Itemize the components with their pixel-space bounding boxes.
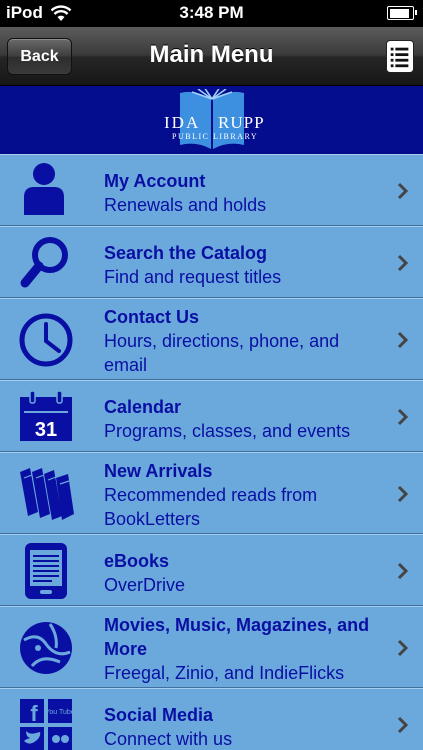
menu-item-contact-us[interactable]: Contact Us Hours, directions, phone, and… bbox=[0, 298, 423, 380]
library-banner: IDA RUPP PUBLIC LIBRARY bbox=[0, 86, 423, 154]
chevron-right-icon bbox=[397, 182, 409, 200]
menu-item-title: My Account bbox=[104, 171, 206, 191]
menu-item-subtitle: Connect with us bbox=[104, 729, 233, 749]
logo-text-ida: IDA bbox=[164, 113, 201, 132]
books-icon bbox=[16, 464, 76, 524]
menu-item-calendar[interactable]: 31 Calendar Programs, classes, and event… bbox=[0, 380, 423, 452]
menu-item-title: Social Media bbox=[104, 705, 214, 725]
menu-item-social-media[interactable]: f You Tube Social Media Connect with us bbox=[0, 688, 423, 750]
menu-item-title: Search the Catalog bbox=[104, 243, 268, 263]
clock-time: 3:48 PM bbox=[179, 3, 244, 22]
menu-item-ebooks[interactable]: eBooks OverDrive bbox=[0, 534, 423, 606]
social-grid-icon: f You Tube bbox=[16, 695, 76, 750]
navigation-bar: Back Main Menu bbox=[0, 27, 423, 86]
chevron-right-icon bbox=[397, 716, 409, 734]
menu-item-search-catalog[interactable]: Search the Catalog Find and request titl… bbox=[0, 226, 423, 298]
menu-item-subtitle: Hours, directions, phone, and email bbox=[104, 331, 340, 375]
menu-item-new-arrivals[interactable]: New Arrivals Recommended reads from Book… bbox=[0, 452, 423, 534]
list-menu-button[interactable] bbox=[386, 40, 414, 73]
battery-icon bbox=[387, 6, 417, 20]
magnifier-icon bbox=[16, 233, 76, 293]
chevron-right-icon bbox=[397, 408, 409, 426]
logo-text-public-library: PUBLIC LIBRARY bbox=[172, 132, 259, 141]
back-button[interactable]: Back bbox=[7, 38, 72, 75]
list-icon bbox=[390, 47, 409, 68]
chevron-right-icon bbox=[397, 331, 409, 349]
menu-item-subtitle: Renewals and holds bbox=[104, 195, 267, 215]
menu-item-subtitle: Find and request titles bbox=[104, 267, 282, 287]
youtube-icon: You Tube bbox=[45, 709, 74, 716]
menu-item-title: Calendar bbox=[104, 397, 182, 417]
chevron-right-icon bbox=[397, 639, 409, 657]
media-globe-icon bbox=[16, 618, 76, 678]
menu-item-subtitle: Recommended reads from BookLetters bbox=[104, 485, 318, 529]
menu-item-subtitle: Freegal, Zinio, and IndieFlicks bbox=[104, 663, 345, 683]
chevron-right-icon bbox=[397, 254, 409, 272]
clock-icon bbox=[16, 310, 76, 370]
calendar-icon: 31 bbox=[16, 387, 76, 447]
menu-item-title: eBooks bbox=[104, 551, 170, 571]
status-bar: iPod 3:48 PM bbox=[0, 0, 423, 27]
menu-item-subtitle: OverDrive bbox=[104, 575, 186, 595]
menu-item-title: New Arrivals bbox=[104, 461, 213, 481]
menu-item-title: Movies, Music, Magazines, and More bbox=[104, 615, 370, 659]
menu-item-movies-music[interactable]: Movies, Music, Magazines, and More Freeg… bbox=[0, 606, 423, 688]
ereader-icon bbox=[16, 541, 76, 601]
logo-text-rupp: RUPP bbox=[218, 113, 265, 132]
menu-item-title: Contact Us bbox=[104, 307, 200, 327]
calendar-day-number: 31 bbox=[35, 419, 57, 441]
facebook-icon: f bbox=[30, 701, 38, 726]
person-icon bbox=[16, 161, 76, 221]
chevron-right-icon bbox=[397, 562, 409, 580]
menu-item-my-account[interactable]: My Account Renewals and holds bbox=[0, 154, 423, 226]
menu-item-subtitle: Programs, classes, and events bbox=[104, 421, 351, 441]
chevron-right-icon bbox=[397, 485, 409, 503]
